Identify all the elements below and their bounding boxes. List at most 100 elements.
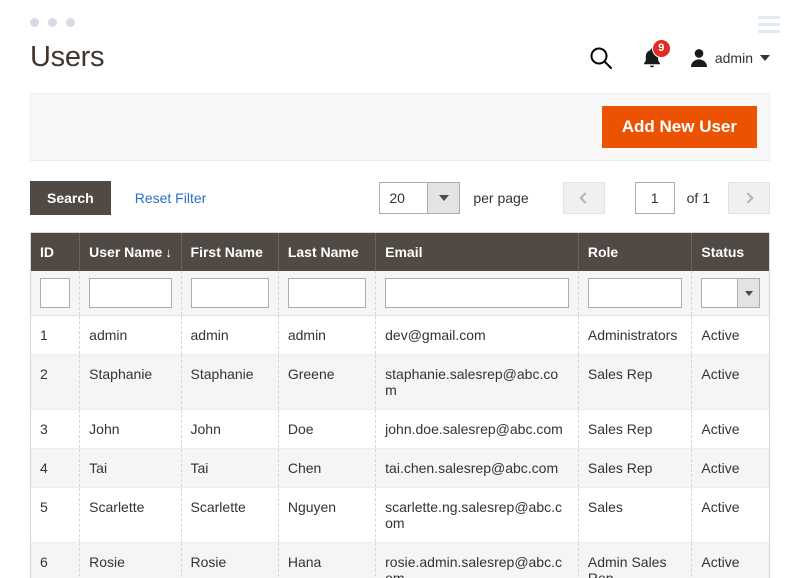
table-row[interactable]: 1 admin admin admin dev@gmail.com Administrat… [31,315,769,355]
grid-header-row: ID User Name ↓ First Name Last Name Email… [31,233,769,271]
cell-email: scarlette.ng.salesrep@abc.com [375,487,579,543]
grid-body: 1 admin admin admin dev@gmail.com Administrat… [31,315,769,578]
table-row[interactable]: 3 John John Doe john.doe.salesrep@abc.com Sal… [31,409,769,449]
filter-cell-first-name [181,271,279,316]
cell-id: 6 [31,542,81,578]
filter-cell-last-name [278,271,377,316]
filter-input-first-name[interactable] [190,278,269,308]
filter-cell-status [691,271,769,316]
cell-status: Active [691,487,769,543]
cell-id: 4 [31,448,81,488]
grid-toolbar: Search Reset Filter 20 per page of 1 [30,177,770,219]
previous-page-button[interactable] [562,182,605,214]
cell-first-name: Scarlette [181,487,279,543]
chevron-down-icon [760,54,770,61]
cell-user-name: Tai [79,448,182,488]
cell-user-name: Staphanie [79,354,182,410]
filter-cell-id [31,271,81,316]
cell-first-name: Rosie [181,542,279,578]
header-actions: 9 admin [588,38,770,71]
table-row[interactable]: 2 Staphanie Staphanie Greene staphanie.sales… [31,354,769,410]
chevron-right-icon [741,192,754,204]
page-number-input[interactable] [634,182,675,214]
hamburger-bar-2 [758,23,780,26]
cell-last-name: Greene [278,354,377,410]
column-header-id[interactable]: ID [31,233,81,271]
cell-last-name: Nguyen [278,487,377,543]
next-page-button[interactable] [728,182,770,214]
notification-badge: 9 [651,38,671,58]
column-label: ID [40,244,54,260]
cell-user-name: Rosie [79,542,182,578]
column-label: User Name [89,244,163,260]
search-icon[interactable] [588,45,614,71]
table-row[interactable]: 4 Tai Tai Chen tai.chen.salesrep@abc.com Sale… [31,448,769,488]
per-page-select[interactable]: 20 [379,182,461,214]
filter-input-id[interactable] [40,278,71,308]
filter-cell-role [578,271,693,316]
users-grid-container: ID User Name ↓ First Name Last Name Email… [30,232,770,578]
column-header-first-name[interactable]: First Name [181,233,279,271]
per-page-label: per page [473,190,529,206]
cell-role: Sales Rep [578,448,693,488]
cell-status: Active [691,448,769,488]
filter-select-status[interactable] [701,278,760,308]
column-label: Last Name [287,244,359,260]
window-dot-1 [30,18,39,27]
column-header-status[interactable]: Status [691,233,769,271]
cell-role: Admin Sales Rep [578,542,693,578]
user-menu[interactable]: admin [690,48,770,68]
column-header-last-name[interactable]: Last Name [278,233,377,271]
table-row[interactable]: 5 Scarlette Scarlette Nguyen scarlette.ng.sa… [31,487,769,543]
filter-input-user-name[interactable] [89,278,172,308]
per-page-value: 20 [389,190,405,206]
filter-select-status-value [702,279,737,307]
cell-last-name: Doe [278,409,377,449]
cell-role: Sales [578,487,693,543]
grid-header: ID User Name ↓ First Name Last Name Email… [31,233,769,271]
notifications-button[interactable]: 9 [641,38,671,70]
sort-desc-icon: ↓ [165,245,172,260]
cell-email: dev@gmail.com [375,315,579,355]
chevron-left-icon [579,192,591,204]
cell-role: Sales Rep [578,354,693,410]
cell-first-name: Tai [181,448,279,488]
cell-status: Active [691,409,769,449]
cell-user-name: Scarlette [79,487,182,543]
window-dot-3 [66,18,75,27]
reset-filter-link[interactable]: Reset Filter [135,190,207,206]
users-grid: ID User Name ↓ First Name Last Name Email… [31,233,769,578]
cell-role: Administrators [578,315,693,355]
chevron-down-icon [427,183,460,213]
column-label: Role [587,244,619,260]
user-avatar-icon [690,48,707,67]
cell-role: Sales Rep [578,409,693,449]
cell-email: john.doe.salesrep@abc.com [375,409,579,449]
cell-last-name: Chen [278,448,377,488]
window-chrome [0,0,800,33]
filter-input-email[interactable] [385,278,569,308]
cell-first-name: John [181,409,279,449]
filter-input-role[interactable] [587,278,683,308]
user-menu-label: admin [714,49,753,66]
window-dots [30,18,75,27]
column-label: Status [701,244,745,260]
add-new-user-button[interactable]: Add New User [601,105,757,149]
column-header-email[interactable]: Email [375,233,579,271]
filter-input-last-name[interactable] [287,278,367,308]
table-row[interactable]: 6 Rosie Rosie Hana rosie.admin.salesrep@abc.… [31,542,769,578]
pager: 20 per page of 1 [379,182,770,214]
cell-last-name: Hana [278,542,377,578]
grid-filter-body [31,271,769,316]
page-actions-bar: Add New User [30,93,770,161]
column-header-role[interactable]: Role [578,233,693,271]
column-header-user-name[interactable]: User Name ↓ [79,233,182,271]
page-header: Users 9 admin [0,30,800,85]
search-button[interactable]: Search [30,181,111,215]
total-pages-label: of 1 [686,190,710,206]
cell-first-name: admin [181,315,279,355]
window-dot-2 [48,18,57,27]
cell-last-name: admin [278,315,377,355]
cell-status: Active [691,542,769,578]
column-label: Email [385,244,423,260]
